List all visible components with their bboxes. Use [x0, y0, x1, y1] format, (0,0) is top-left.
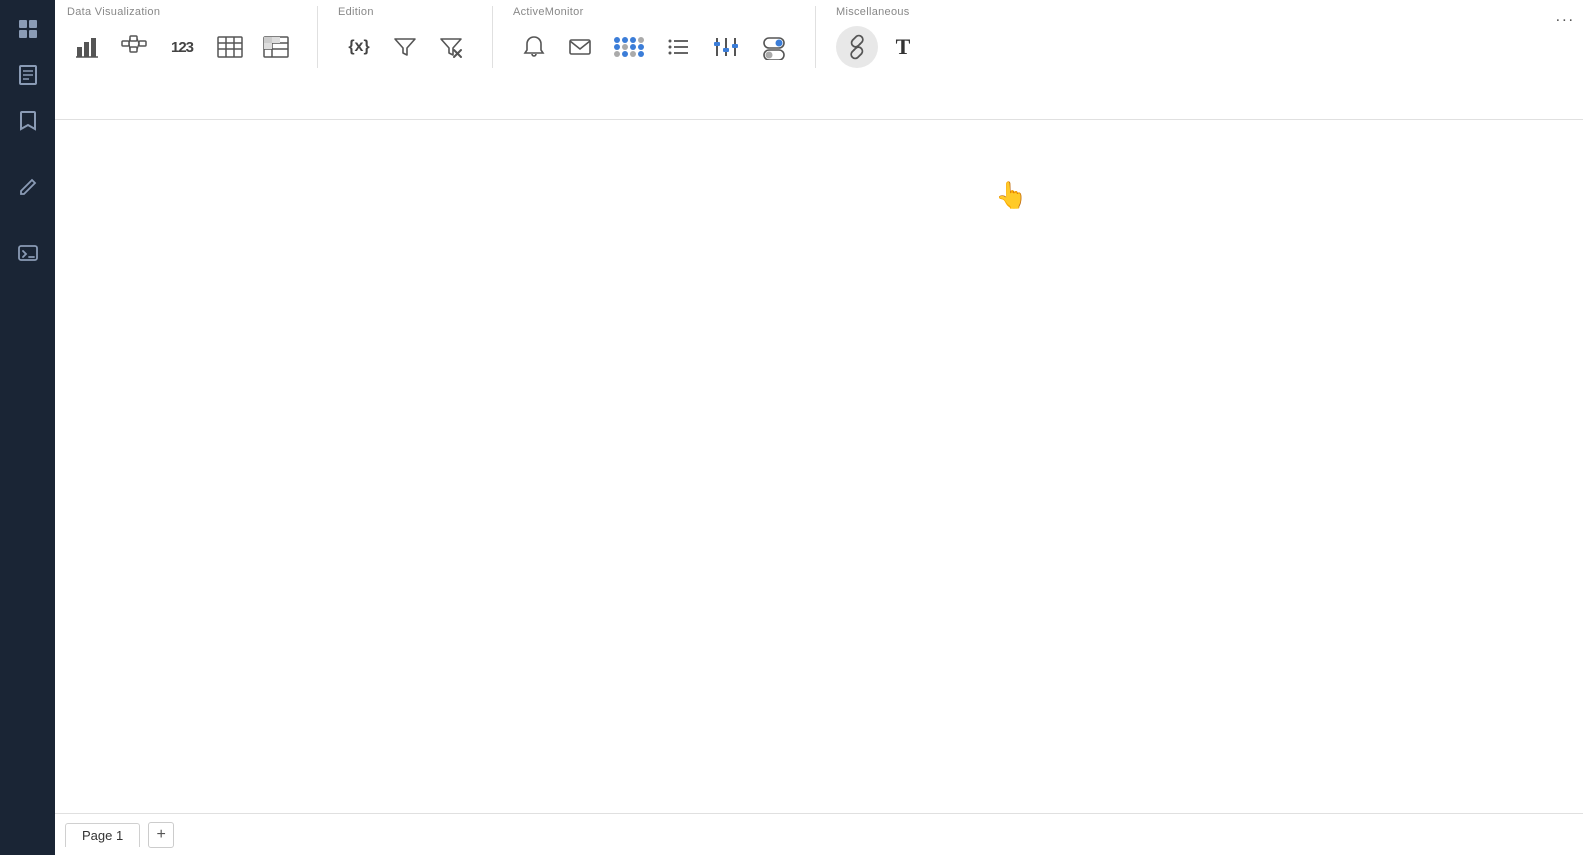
edition-icons: {x} [338, 26, 472, 68]
link-icon[interactable] [836, 26, 878, 68]
pivot-icon[interactable] [255, 26, 297, 68]
network-icon[interactable] [113, 26, 155, 68]
data-visualization-icons: 123 [67, 26, 297, 68]
sidebar [0, 0, 55, 855]
bookmark-icon[interactable] [9, 102, 47, 140]
edition-group: Edition {x} [338, 6, 493, 68]
canvas-area[interactable]: 👆 [55, 120, 1583, 813]
terminal-icon[interactable] [9, 234, 47, 272]
page-icon[interactable] [9, 56, 47, 94]
bottom-bar: Page 1 + [55, 813, 1583, 855]
filter-icon[interactable] [384, 26, 426, 68]
active-monitor-group: ActiveMonitor [513, 6, 816, 68]
grid-icon[interactable] [9, 10, 47, 48]
table-icon[interactable] [209, 26, 251, 68]
toolbar: Data Visualization [55, 0, 1583, 120]
bar-chart-icon[interactable] [67, 26, 109, 68]
alert-icon[interactable] [513, 26, 555, 68]
cursor: 👆 [995, 180, 1027, 211]
page-tab[interactable]: Page 1 [65, 823, 140, 847]
variable-icon[interactable]: {x} [338, 26, 380, 68]
active-monitor-label: ActiveMonitor [513, 6, 584, 18]
more-options-button[interactable]: ... [1556, 8, 1575, 26]
miscellaneous-group: Miscellaneous T [836, 6, 944, 68]
dot-matrix-icon[interactable] [605, 26, 653, 68]
data-visualization-label: Data Visualization [67, 6, 160, 18]
list-icon[interactable] [657, 26, 699, 68]
slider-icon[interactable] [703, 26, 749, 68]
add-page-button[interactable]: + [148, 822, 174, 848]
toggle-icon[interactable] [753, 26, 795, 68]
miscellaneous-icons: T [836, 26, 924, 68]
edition-label: Edition [338, 6, 374, 18]
email-icon[interactable] [559, 26, 601, 68]
active-monitor-icons [513, 26, 795, 68]
edit-icon[interactable] [9, 168, 47, 206]
miscellaneous-label: Miscellaneous [836, 6, 910, 18]
text-icon[interactable]: T [882, 26, 924, 68]
data-visualization-group: Data Visualization [67, 6, 318, 68]
filter-remove-icon[interactable] [430, 26, 472, 68]
main-content: Data Visualization [55, 0, 1583, 855]
number-icon[interactable]: 123 [159, 26, 205, 68]
